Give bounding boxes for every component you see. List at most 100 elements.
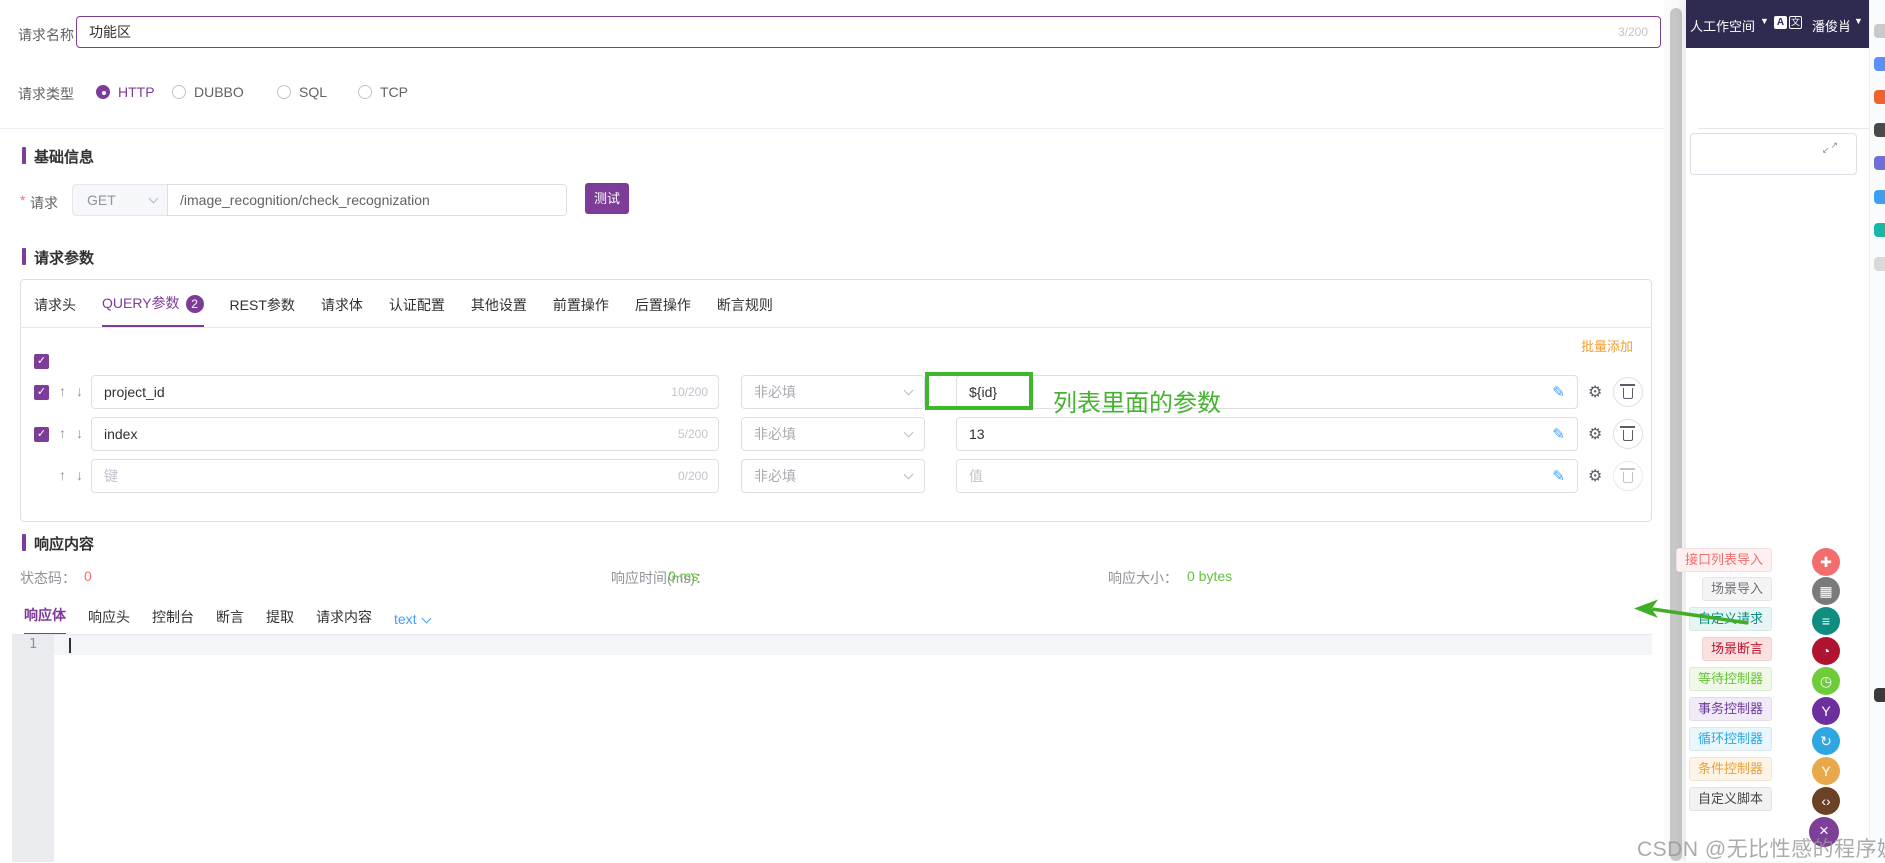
scenario-import-icon[interactable]: ▦ bbox=[1812, 577, 1840, 605]
edge-icon[interactable] bbox=[1874, 156, 1885, 170]
toolbar-chip-transaction-controller[interactable]: 事务控制器 bbox=[1688, 697, 1772, 721]
radio-http[interactable] bbox=[96, 85, 110, 99]
row-checkbox[interactable]: ✓ bbox=[34, 385, 49, 400]
tab-post-operations[interactable]: 后置操作 bbox=[635, 295, 691, 327]
param-required-select[interactable]: 非必填 bbox=[741, 375, 925, 409]
edge-icon[interactable] bbox=[1874, 24, 1885, 38]
custom-script-icon[interactable]: ‹› bbox=[1812, 787, 1840, 815]
tab-assertion-rules[interactable]: 断言规则 bbox=[717, 295, 773, 327]
request-name-value[interactable] bbox=[89, 24, 1610, 40]
toolbar-chip-condition-controller[interactable]: 条件控制器 bbox=[1688, 757, 1772, 781]
tab-rest-params[interactable]: REST参数 bbox=[230, 295, 295, 327]
edge-icon[interactable] bbox=[1874, 90, 1885, 104]
move-down-icon[interactable]: ↓ bbox=[76, 425, 83, 441]
editor-current-line bbox=[54, 635, 1652, 655]
radio-tcp[interactable] bbox=[358, 85, 372, 99]
condition-controller-icon[interactable]: Y bbox=[1812, 757, 1840, 785]
response-format-select[interactable]: text bbox=[394, 611, 432, 635]
toolbar-chip-api-list-import[interactable]: 接口列表导入 bbox=[1675, 548, 1772, 572]
param-value-input-box[interactable]: ✎ bbox=[956, 459, 1578, 493]
method-select[interactable]: GET bbox=[72, 184, 168, 216]
request-name-input[interactable]: 3/200 bbox=[76, 16, 1661, 48]
edit-pen-icon[interactable]: ✎ bbox=[1552, 425, 1565, 443]
tab-extract[interactable]: 提取 bbox=[266, 607, 294, 635]
gear-icon[interactable]: ⚙ bbox=[1588, 466, 1602, 486]
gear-icon[interactable]: ⚙ bbox=[1588, 382, 1602, 402]
radio-sql-label[interactable]: SQL bbox=[299, 84, 327, 100]
edge-icon[interactable] bbox=[1874, 123, 1885, 137]
edge-icon[interactable] bbox=[1874, 257, 1885, 271]
radio-tcp-label[interactable]: TCP bbox=[380, 84, 408, 100]
translate-icon[interactable]: A 文 bbox=[1774, 16, 1802, 29]
custom-request-icon[interactable]: ≡ bbox=[1812, 607, 1840, 635]
move-up-icon[interactable]: ↑ bbox=[59, 467, 66, 483]
select-all-checkbox[interactable]: ✓ bbox=[34, 354, 49, 369]
edge-icon[interactable] bbox=[1874, 223, 1885, 237]
url-input-box[interactable] bbox=[167, 184, 567, 216]
api-list-import-icon[interactable]: ✚ bbox=[1812, 548, 1840, 576]
row-checkbox[interactable]: ✓ bbox=[34, 427, 49, 442]
scenario-assertion-icon[interactable]: ◔ bbox=[1812, 637, 1840, 665]
transaction-controller-icon[interactable]: Y bbox=[1812, 697, 1840, 725]
main-scrollbar-thumb[interactable] bbox=[1670, 8, 1682, 861]
edge-icon[interactable] bbox=[1874, 688, 1885, 702]
toolbar-chip-loop-controller[interactable]: 循环控制器 bbox=[1688, 727, 1772, 751]
param-row: ↑ ↓ 0/200 非必填 ✎ ⚙ bbox=[21, 459, 1653, 493]
param-key-input[interactable] bbox=[104, 426, 670, 442]
expand-icon[interactable]: ↗ ↙ bbox=[1822, 140, 1838, 156]
tab-request-content[interactable]: 请求内容 bbox=[316, 607, 372, 635]
move-down-icon[interactable]: ↓ bbox=[76, 383, 83, 399]
tab-request-body[interactable]: 请求体 bbox=[321, 295, 363, 327]
edit-pen-icon[interactable]: ✎ bbox=[1552, 383, 1565, 401]
user-caret-icon[interactable]: ▼ bbox=[1854, 16, 1863, 26]
tab-auth-config[interactable]: 认证配置 bbox=[389, 295, 445, 327]
tab-response-body[interactable]: 响应体 bbox=[24, 605, 66, 635]
radio-sql[interactable] bbox=[277, 85, 291, 99]
radio-dubbo-label[interactable]: DUBBO bbox=[194, 84, 244, 100]
param-required-select[interactable]: 非必填 bbox=[741, 417, 925, 451]
url-input[interactable] bbox=[180, 192, 554, 208]
param-key-input-box[interactable]: 5/200 bbox=[91, 417, 719, 451]
tab-query-params[interactable]: QUERY参数 2 bbox=[102, 293, 204, 327]
gear-icon[interactable]: ⚙ bbox=[1588, 424, 1602, 444]
toolbar-chip-wait-controller[interactable]: 等待控制器 bbox=[1688, 667, 1772, 691]
param-value-input-box[interactable]: ✎ bbox=[956, 375, 1578, 409]
move-up-icon[interactable]: ↑ bbox=[59, 425, 66, 441]
move-down-icon[interactable]: ↓ bbox=[76, 467, 83, 483]
move-up-icon[interactable]: ↑ bbox=[59, 383, 66, 399]
toolbar-chip-custom-script[interactable]: 自定义脚本 bbox=[1688, 787, 1772, 811]
param-key-input[interactable] bbox=[104, 468, 670, 484]
param-value-input[interactable] bbox=[969, 468, 1553, 484]
workspace-selector[interactable]: 人工作空间 bbox=[1690, 16, 1755, 35]
batch-add-link[interactable]: 批量添加 bbox=[1581, 336, 1633, 355]
tab-response-headers[interactable]: 响应头 bbox=[88, 607, 130, 635]
delete-row-button[interactable] bbox=[1613, 377, 1643, 407]
wait-controller-icon[interactable]: ◷ bbox=[1812, 667, 1840, 695]
radio-http-label[interactable]: HTTP bbox=[118, 84, 155, 100]
toolbar-chip-scenario-assertion[interactable]: 场景断言 bbox=[1701, 637, 1772, 661]
loop-controller-icon[interactable]: ↻ bbox=[1812, 727, 1840, 755]
param-key-input-box[interactable]: 10/200 bbox=[91, 375, 719, 409]
edit-pen-icon[interactable]: ✎ bbox=[1552, 467, 1565, 485]
workspace-caret-icon[interactable]: ▼ bbox=[1760, 16, 1769, 26]
tab-console[interactable]: 控制台 bbox=[152, 607, 194, 635]
user-menu[interactable]: 潘俊肖 bbox=[1812, 16, 1851, 35]
tab-assertions[interactable]: 断言 bbox=[216, 607, 244, 635]
delete-row-button[interactable] bbox=[1613, 419, 1643, 449]
edge-icon[interactable] bbox=[1874, 57, 1885, 71]
tab-request-headers[interactable]: 请求头 bbox=[34, 295, 76, 327]
param-key-input-box[interactable]: 0/200 bbox=[91, 459, 719, 493]
param-value-input[interactable] bbox=[969, 426, 1553, 442]
toolbar-row: 事务控制器 Y bbox=[1686, 697, 1869, 725]
test-button[interactable]: 测试 bbox=[585, 183, 629, 214]
tab-other-settings[interactable]: 其他设置 bbox=[471, 295, 527, 327]
param-key-input[interactable] bbox=[104, 384, 664, 400]
param-value-input-box[interactable]: ✎ bbox=[956, 417, 1578, 451]
response-body-editor[interactable]: 1 bbox=[12, 634, 1652, 862]
panel-search-box[interactable]: ↗ ↙ bbox=[1690, 133, 1857, 175]
right-panel-header: 人工作空间 ▼ A 文 潘俊肖 ▼ bbox=[1686, 0, 1869, 48]
tab-pre-operations[interactable]: 前置操作 bbox=[553, 295, 609, 327]
edge-icon[interactable] bbox=[1874, 190, 1885, 204]
param-required-select[interactable]: 非必填 bbox=[741, 459, 925, 493]
radio-dubbo[interactable] bbox=[172, 85, 186, 99]
